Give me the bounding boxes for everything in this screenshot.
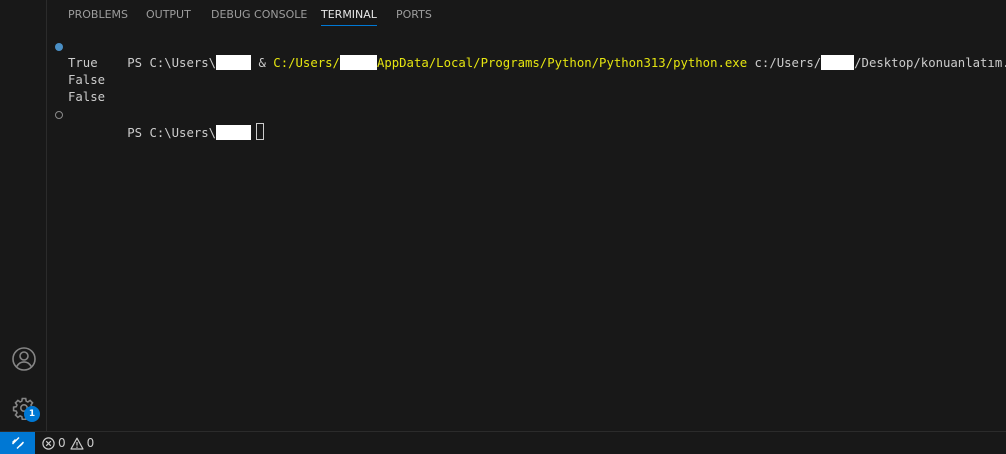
redacted-username (216, 125, 252, 140)
status-bar: 0 0 (0, 431, 1006, 454)
command-default-decoration[interactable] (55, 111, 63, 119)
problems-status[interactable]: 0 0 (42, 432, 94, 454)
terminal-command-line: PS C:\Users\ & C:/Users/AppData/Local/Pr… (47, 38, 1006, 70)
error-icon (42, 436, 55, 450)
activity-bar: 1 (0, 0, 47, 431)
tab-terminal[interactable]: TERMINAL (321, 8, 377, 26)
terminal-cursor (256, 123, 265, 140)
warning-icon (70, 437, 84, 450)
tab-ports[interactable]: PORTS (396, 8, 432, 25)
account-icon[interactable] (10, 345, 37, 372)
panel: PROBLEMS OUTPUT DEBUG CONSOLE TERMINAL P… (47, 0, 1006, 431)
tab-debug-console[interactable]: DEBUG CONSOLE (211, 8, 307, 25)
terminal-idle-prompt-line: PS C:\Users\ (47, 106, 1006, 140)
terminal[interactable]: PS C:\Users\ & C:/Users/AppData/Local/Pr… (47, 38, 1006, 140)
tab-problems[interactable]: PROBLEMS (68, 8, 128, 25)
manage-badge: 1 (24, 406, 40, 422)
terminal-output-line: False (68, 73, 106, 87)
warning-count: 0 (86, 436, 95, 450)
remote-icon (11, 437, 24, 449)
remote-indicator[interactable] (0, 432, 35, 454)
prompt-text: PS C:\Users\ (127, 126, 217, 140)
tab-output[interactable]: OUTPUT (146, 8, 191, 25)
terminal-output-line: False (68, 90, 106, 104)
terminal-output-line: True (68, 56, 98, 70)
vscode-window: 1 PROBLEMS OUTPUT DEBUG CONSOLE TERMINAL… (0, 0, 1006, 454)
error-count: 0 (58, 436, 66, 450)
panel-tabs: PROBLEMS OUTPUT DEBUG CONSOLE TERMINAL P… (47, 0, 1006, 30)
command-success-decoration[interactable] (55, 43, 63, 51)
